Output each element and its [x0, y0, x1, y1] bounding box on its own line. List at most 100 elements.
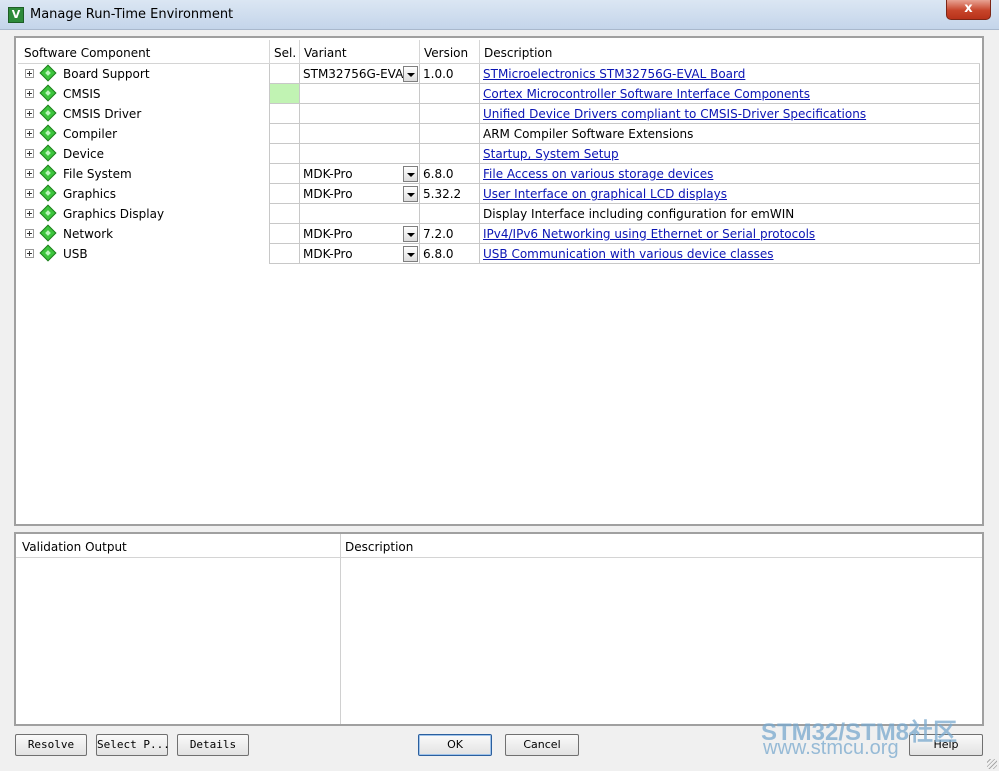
- variant-cell[interactable]: MDK-Pro: [299, 244, 419, 264]
- header-divider[interactable]: [479, 40, 480, 64]
- variant-cell: [299, 84, 419, 104]
- expand-icon[interactable]: [25, 69, 34, 78]
- watermark-url: www.stmcu.org: [763, 737, 899, 759]
- validation-splitter[interactable]: [340, 534, 341, 724]
- variant-cell[interactable]: STM32756G-EVAL: [299, 64, 419, 84]
- component-rows: Board Support STM32756G-EVAL 1.0.0 STMicroe…: [18, 64, 980, 264]
- close-button[interactable]: x: [946, 0, 991, 20]
- expand-icon[interactable]: [25, 209, 34, 218]
- cancel-button[interactable]: Cancel: [505, 734, 579, 756]
- description-cell: IPv4/IPv6 Networking using Ethernet or S…: [479, 224, 980, 244]
- select-packs-button[interactable]: Select P...: [96, 734, 170, 756]
- app-icon: V: [8, 7, 24, 23]
- component-icon: [39, 104, 57, 122]
- component-name: File System: [63, 167, 132, 181]
- variant-value: MDK-Pro: [303, 167, 353, 181]
- component-icon: [39, 244, 57, 262]
- dropdown-arrow-icon[interactable]: [403, 186, 418, 202]
- expand-icon[interactable]: [25, 129, 34, 138]
- dropdown-arrow-icon[interactable]: [403, 226, 418, 242]
- table-row[interactable]: File System MDK-Pro 6.8.0 File Access on va…: [18, 164, 980, 184]
- description-cell: USB Communication with various device cl…: [479, 244, 980, 264]
- resolve-button[interactable]: Resolve: [15, 734, 87, 756]
- variant-value: MDK-Pro: [303, 227, 353, 241]
- variant-value: MDK-Pro: [303, 247, 353, 261]
- table-row[interactable]: Graphics Display Display Interface includ…: [18, 204, 980, 224]
- table-row[interactable]: USB MDK-Pro 6.8.0 USB Communication with va…: [18, 244, 980, 264]
- version-cell: 5.32.2: [419, 184, 479, 204]
- details-button[interactable]: Details: [177, 734, 249, 756]
- variant-cell[interactable]: MDK-Pro: [299, 164, 419, 184]
- expand-icon[interactable]: [25, 149, 34, 158]
- version-value: 6.8.0: [423, 247, 454, 261]
- component-name: Network: [63, 227, 114, 241]
- description-cell: User Interface on graphical LCD displays: [479, 184, 980, 204]
- description-cell: Startup, System Setup: [479, 144, 980, 164]
- expand-icon[interactable]: [25, 169, 34, 178]
- variant-cell: [299, 124, 419, 144]
- description-link[interactable]: USB Communication with various device cl…: [483, 247, 774, 261]
- header-variant[interactable]: Variant: [304, 46, 347, 60]
- resize-grip[interactable]: [987, 759, 997, 769]
- ok-button[interactable]: OK: [418, 734, 492, 756]
- description-link[interactable]: File Access on various storage devices: [483, 167, 713, 181]
- component-name: Device: [63, 147, 105, 161]
- version-cell: [419, 204, 479, 224]
- dropdown-arrow-icon[interactable]: [403, 66, 418, 82]
- description-link[interactable]: Unified Device Drivers compliant to CMSI…: [483, 107, 866, 121]
- table-row[interactable]: Network MDK-Pro 7.2.0 IPv4/IPv6 Networking …: [18, 224, 980, 244]
- expand-icon[interactable]: [25, 189, 34, 198]
- header-description[interactable]: Description: [484, 46, 552, 60]
- header-version[interactable]: Version: [424, 46, 468, 60]
- select-cell[interactable]: [269, 84, 299, 104]
- expand-icon[interactable]: [25, 109, 34, 118]
- version-value: 7.2.0: [423, 227, 454, 241]
- expand-icon[interactable]: [25, 249, 34, 258]
- table-row[interactable]: CMSIS Driver Unified Device Drivers compl…: [18, 104, 980, 124]
- header-divider[interactable]: [269, 40, 270, 64]
- expand-icon[interactable]: [25, 229, 34, 238]
- header-divider[interactable]: [419, 40, 420, 64]
- description-cell: File Access on various storage devices: [479, 164, 980, 184]
- description-link[interactable]: User Interface on graphical LCD displays: [483, 187, 727, 201]
- expand-icon[interactable]: [25, 89, 34, 98]
- description-link[interactable]: Cortex Microcontroller Software Interfac…: [483, 87, 810, 101]
- table-row[interactable]: CMSIS Cortex Microcontroller Software Int…: [18, 84, 980, 104]
- table-row[interactable]: Compiler ARM Compiler Software Extensions: [18, 124, 980, 144]
- header-software-component[interactable]: Software Component: [24, 46, 150, 60]
- variant-cell[interactable]: MDK-Pro: [299, 184, 419, 204]
- component-name: USB: [63, 247, 88, 261]
- select-cell[interactable]: [269, 184, 299, 204]
- table-row[interactable]: Device Startup, System Setup: [18, 144, 980, 164]
- select-cell[interactable]: [269, 64, 299, 84]
- select-cell[interactable]: [269, 244, 299, 264]
- dropdown-arrow-icon[interactable]: [403, 166, 418, 182]
- validation-panel: Validation Output Description: [14, 532, 984, 726]
- title-bar[interactable]: V Manage Run-Time Environment x: [0, 0, 999, 30]
- description-text: ARM Compiler Software Extensions: [483, 127, 694, 141]
- component-icon: [39, 64, 57, 82]
- variant-cell[interactable]: MDK-Pro: [299, 224, 419, 244]
- header-divider[interactable]: [299, 40, 300, 64]
- description-link[interactable]: STMicroelectronics STM32756G-EVAL Board: [483, 67, 745, 81]
- description-cell: STMicroelectronics STM32756G-EVAL Board: [479, 64, 980, 84]
- dropdown-arrow-icon[interactable]: [403, 246, 418, 262]
- select-cell[interactable]: [269, 124, 299, 144]
- table-row[interactable]: Board Support STM32756G-EVAL 1.0.0 STMicroe…: [18, 64, 980, 84]
- description-text: Display Interface including configuratio…: [483, 207, 795, 221]
- component-icon: [39, 204, 57, 222]
- component-name: Compiler: [63, 127, 118, 141]
- version-cell: 6.8.0: [419, 164, 479, 184]
- select-cell[interactable]: [269, 144, 299, 164]
- header-sel[interactable]: Sel.: [274, 46, 296, 60]
- select-cell[interactable]: [269, 204, 299, 224]
- select-cell[interactable]: [269, 224, 299, 244]
- description-cell: Display Interface including configuratio…: [479, 204, 980, 224]
- description-link[interactable]: IPv4/IPv6 Networking using Ethernet or S…: [483, 227, 815, 241]
- description-cell: Cortex Microcontroller Software Interfac…: [479, 84, 980, 104]
- select-cell[interactable]: [269, 164, 299, 184]
- table-row[interactable]: Graphics MDK-Pro 5.32.2 User Interface on g…: [18, 184, 980, 204]
- version-cell: [419, 104, 479, 124]
- description-link[interactable]: Startup, System Setup: [483, 147, 619, 161]
- select-cell[interactable]: [269, 104, 299, 124]
